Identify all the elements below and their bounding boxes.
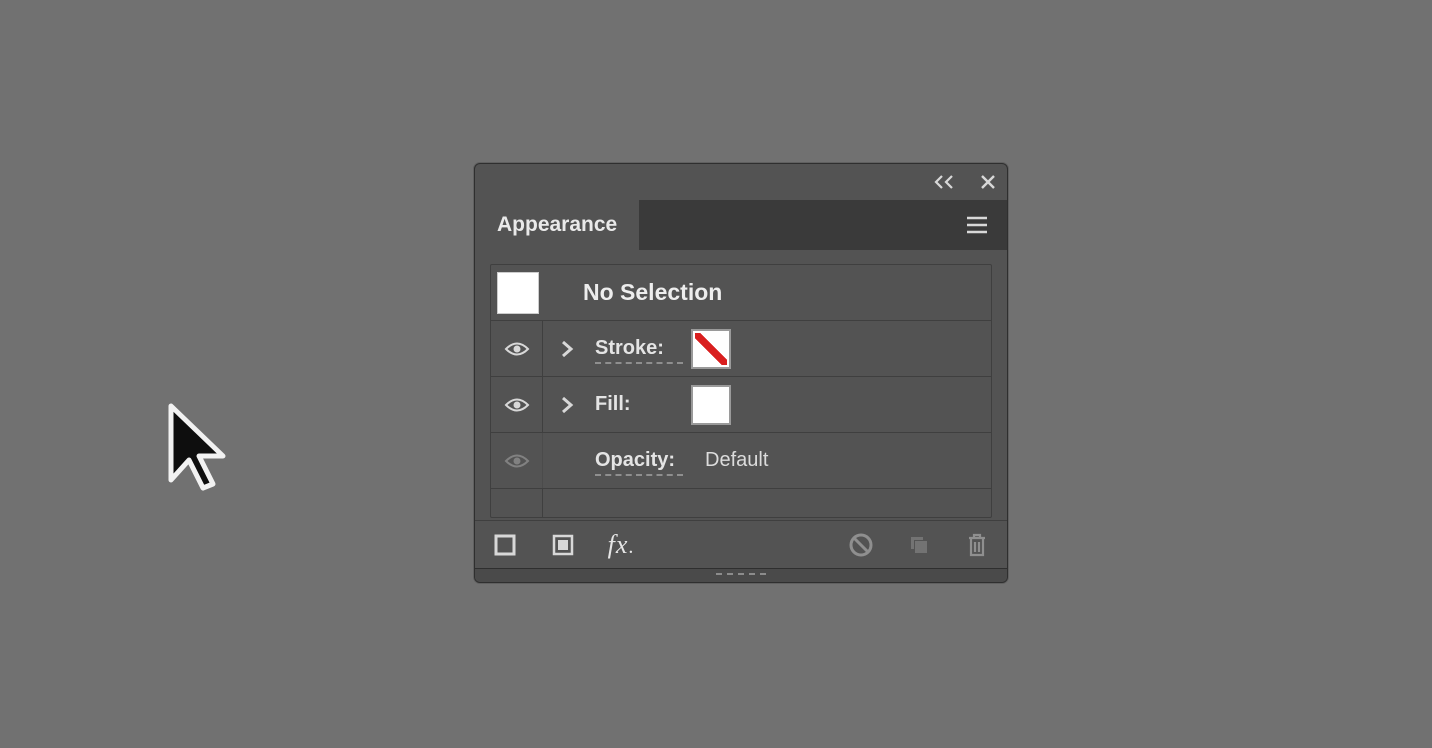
selection-thumbnail: [497, 272, 539, 314]
visibility-toggle-stroke[interactable]: [491, 321, 543, 376]
panel-tabstrip: Appearance: [475, 200, 1007, 250]
appearance-list: No Selection Stroke:: [490, 264, 992, 518]
add-effect-button[interactable]: fx.: [603, 527, 639, 563]
add-new-fill-button[interactable]: [545, 527, 581, 563]
opacity-label: Opacity:: [591, 449, 691, 472]
panel-footer: fx.: [475, 520, 1007, 568]
tab-appearance[interactable]: Appearance: [475, 200, 639, 250]
cursor-pointer-icon: [165, 402, 231, 492]
stroke-label: Stroke:: [591, 337, 691, 360]
add-new-stroke-button[interactable]: [487, 527, 523, 563]
fill-label: Fill:: [591, 393, 691, 416]
white-swatch-icon: [693, 387, 729, 423]
expand-fill-icon[interactable]: [543, 377, 591, 432]
duplicate-item-button[interactable]: [901, 527, 937, 563]
stroke-swatch[interactable]: [691, 329, 731, 369]
none-swatch-icon: [693, 331, 729, 367]
fill-row[interactable]: Fill:: [491, 377, 991, 433]
visibility-toggle-opacity[interactable]: [491, 433, 543, 488]
collapse-icon[interactable]: [933, 174, 957, 190]
panel-titlebar: [475, 164, 1007, 200]
selection-label: No Selection: [583, 279, 722, 306]
panel-resize-gripper[interactable]: [475, 568, 1007, 582]
appearance-content: No Selection Stroke:: [475, 250, 1007, 518]
visibility-toggle-fill[interactable]: [491, 377, 543, 432]
selection-row[interactable]: No Selection: [491, 265, 991, 321]
fx-icon: fx.: [608, 530, 635, 560]
clear-appearance-button[interactable]: [843, 527, 879, 563]
appearance-panel: Appearance No Selection Stroke:: [474, 163, 1008, 583]
blank-row: [491, 489, 991, 517]
opacity-spacer: [543, 433, 591, 488]
delete-item-button[interactable]: [959, 527, 995, 563]
tab-appearance-label: Appearance: [497, 213, 617, 237]
opacity-value[interactable]: Default: [705, 449, 768, 472]
expand-stroke-icon[interactable]: [543, 321, 591, 376]
close-icon[interactable]: [979, 173, 997, 191]
gripper-icon: [716, 573, 766, 579]
opacity-row[interactable]: Opacity: Default: [491, 433, 991, 489]
fill-swatch[interactable]: [691, 385, 731, 425]
panel-menu-icon[interactable]: [963, 211, 991, 239]
stroke-row[interactable]: Stroke:: [491, 321, 991, 377]
